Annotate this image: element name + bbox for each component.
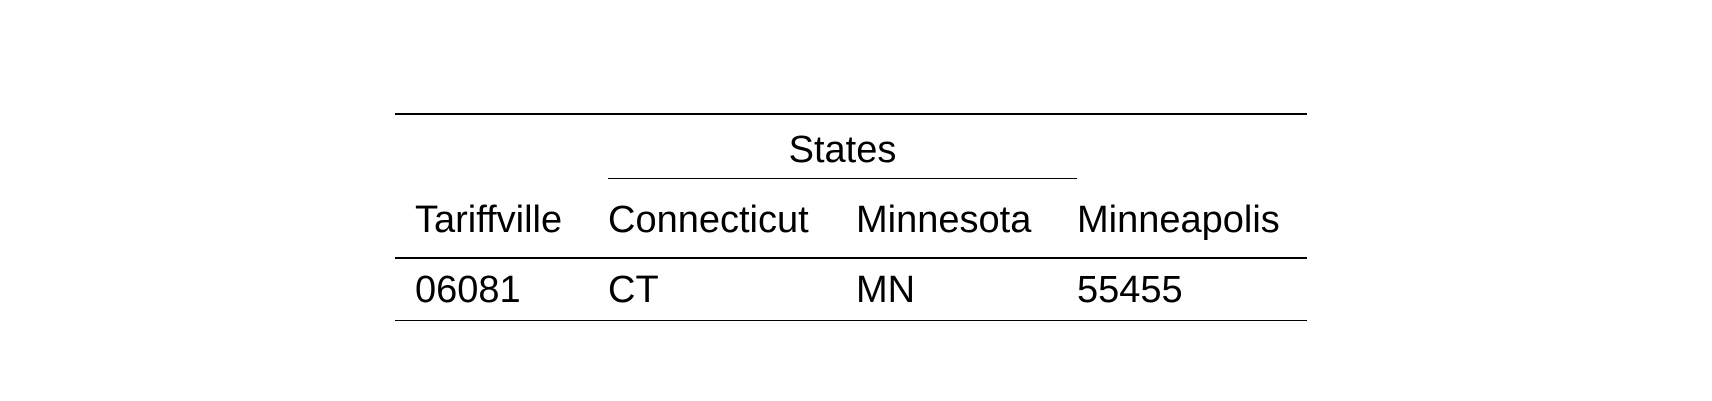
spanner-empty-cell	[395, 114, 608, 179]
column-header: Tariffville	[415, 199, 563, 241]
column-spanner: States	[608, 114, 1077, 179]
table-cell: 55455	[1077, 268, 1183, 311]
data-table: States Tariffville Connecticut Minnesota…	[395, 113, 1307, 321]
column-header: Connecticut	[608, 199, 809, 241]
spanner-empty-cell	[1077, 114, 1307, 179]
column-header-row: Tariffville Connecticut Minnesota Minnea…	[395, 179, 1307, 258]
data-table-container: States Tariffville Connecticut Minnesota…	[395, 113, 1307, 321]
column-header: Minneapolis	[1077, 199, 1280, 241]
table-cell: MN	[856, 268, 916, 311]
spanner-rule	[608, 178, 1077, 179]
table-cell: 06081	[415, 268, 521, 311]
table-cell: CT	[608, 268, 659, 311]
column-header: Minnesota	[856, 199, 1032, 241]
spanner-label: States	[788, 129, 897, 171]
spanner-header-row: States	[395, 114, 1307, 179]
table-row: 06081 CT MN 55455	[395, 258, 1307, 321]
